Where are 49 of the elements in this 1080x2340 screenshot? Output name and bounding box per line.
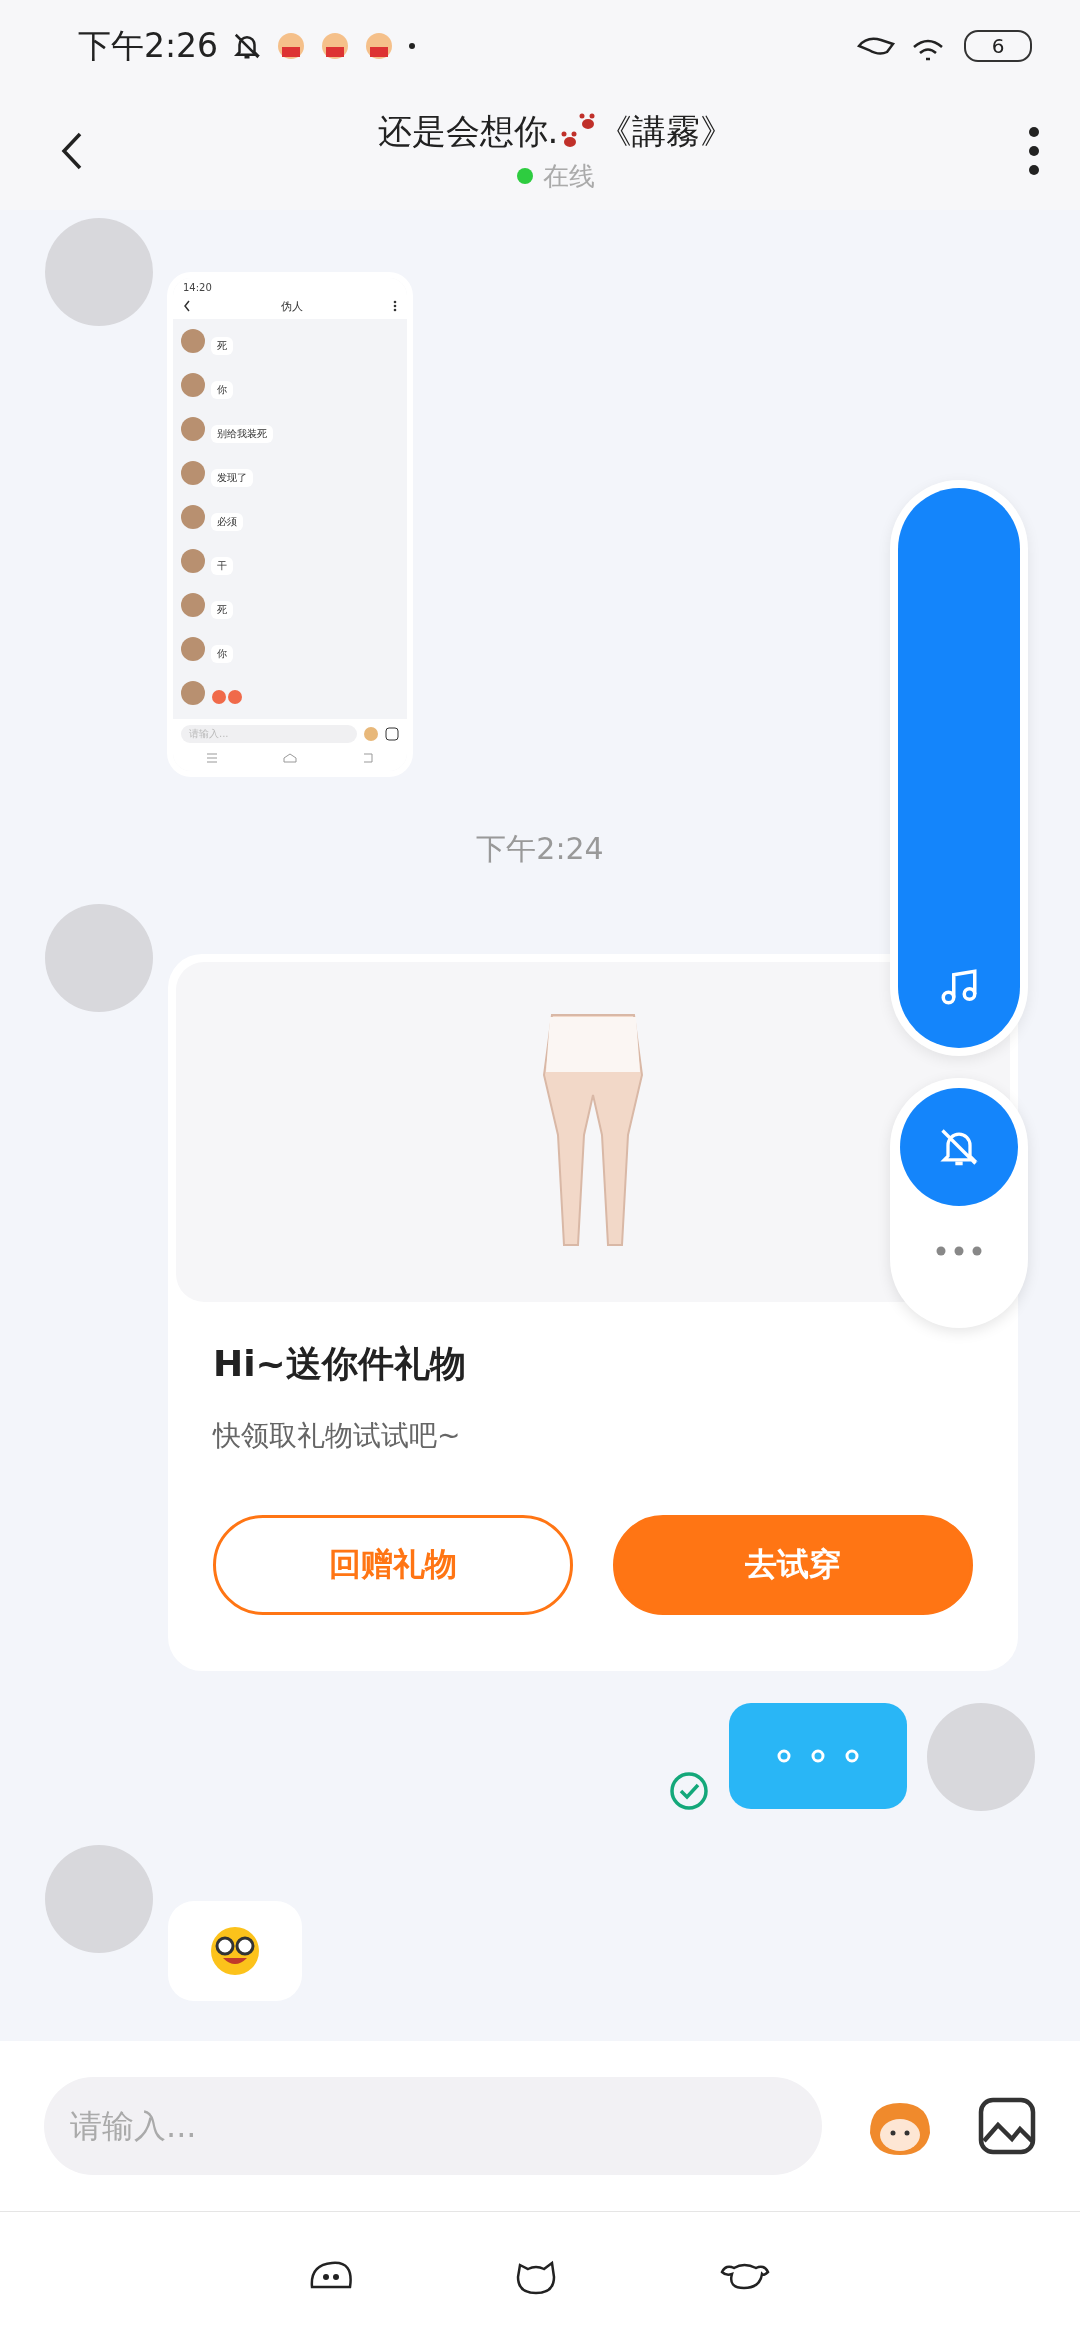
message-text: 死 — [211, 601, 233, 619]
dots-icon — [776, 1749, 860, 1763]
avatar-image — [181, 373, 205, 397]
back-icon — [362, 753, 375, 763]
avatar-image — [181, 549, 205, 573]
message-text: 必须 — [211, 513, 243, 531]
cartoon-icon — [320, 31, 351, 61]
message-text: 你 — [211, 645, 233, 663]
avatar-image — [181, 329, 205, 353]
status-time: 下午2:26 — [78, 24, 219, 67]
avatar-image — [181, 505, 205, 529]
gift-subtitle: 快领取礼物试试吧~ — [211, 1418, 462, 1454]
avatar-image — [181, 461, 205, 485]
message-text: 别给我装死 — [211, 425, 273, 443]
message-text: 发现了 — [211, 469, 253, 487]
chat-title: 伪人 — [281, 298, 303, 314]
message-text: 死 — [211, 337, 233, 355]
status-time: 14:20 — [183, 282, 213, 293]
sticker-icon — [363, 726, 379, 742]
chat-title: 《講霧》 — [598, 109, 735, 153]
image-icon[interactable] — [978, 2097, 1036, 2155]
home-icon — [283, 753, 297, 763]
message-text: 你 — [211, 381, 233, 399]
image-icon — [385, 727, 399, 741]
more-icon — [393, 300, 397, 312]
emoji-icon — [211, 689, 243, 705]
gift-title: Hi~送你件礼物 — [212, 1342, 467, 1386]
music-icon[interactable] — [938, 966, 980, 1008]
avatar-image — [181, 681, 205, 705]
message-input[interactable]: 请输入... — [44, 2077, 822, 2175]
nerd-face-icon — [209, 1925, 261, 1977]
try-on-button[interactable]: 去试穿 — [613, 1515, 973, 1615]
cartoon-icon — [276, 31, 307, 61]
back-icon[interactable] — [60, 131, 84, 171]
avatar-image — [181, 637, 205, 661]
back-icon — [183, 300, 191, 312]
avatar-image — [181, 593, 205, 617]
avatar-image — [181, 417, 205, 441]
bell-off-icon — [232, 31, 263, 61]
menu-icon — [205, 753, 218, 763]
message-text: 干 — [211, 557, 233, 575]
timestamp: 下午2:24 — [476, 830, 604, 868]
online-status: 在线 — [543, 159, 595, 193]
battery-level: 6 — [964, 30, 1032, 62]
more-icon[interactable] — [1028, 126, 1040, 176]
cartoon-icon — [364, 31, 395, 61]
return-gift-button[interactable]: 回赠礼物 — [213, 1515, 573, 1615]
dot-icon — [408, 42, 417, 50]
chat-title: 还是会想你. — [377, 109, 559, 153]
